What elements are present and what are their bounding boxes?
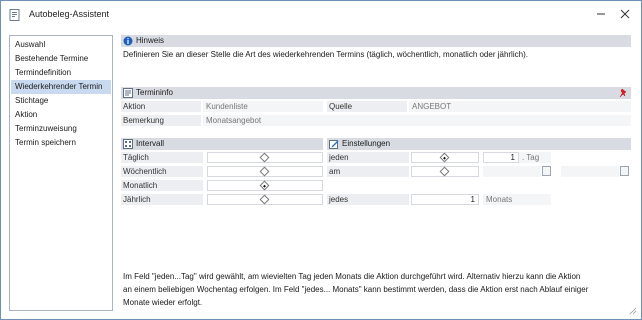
close-icon bbox=[620, 9, 630, 19]
jaehrlich-radio[interactable] bbox=[259, 194, 270, 205]
bemerkung-value: Monatsangebot bbox=[203, 115, 631, 126]
intervall-header: Intervall bbox=[121, 138, 323, 150]
document-list-icon bbox=[123, 88, 133, 98]
pin-icon[interactable] bbox=[619, 88, 628, 98]
termininfo-title: Termininfo bbox=[136, 88, 173, 97]
close-button[interactable] bbox=[615, 5, 635, 23]
step-stichtage[interactable]: Stichtage bbox=[11, 94, 111, 108]
hinweis-text: Definieren Sie an dieser Stelle die Art … bbox=[123, 50, 528, 59]
step-termin-speichern[interactable]: Termin speichern bbox=[11, 136, 111, 150]
hinweis-header: Hinweis bbox=[121, 35, 631, 47]
hinweis-title: Hinweis bbox=[136, 36, 165, 45]
option-taeglich-label: Täglich bbox=[121, 152, 203, 163]
jedes-unit: Monats bbox=[483, 194, 551, 205]
step-terminzuweisung[interactable]: Terminzuweisung bbox=[11, 122, 111, 136]
einstellungen-title: Einstellungen bbox=[342, 139, 391, 148]
option-taeglich-radio-field[interactable] bbox=[207, 152, 323, 163]
assistant-window: Autobeleg-Assistent Auswahl Bestehende T… bbox=[0, 0, 642, 320]
monatlich-radio[interactable] bbox=[259, 180, 270, 191]
jeden-unit: . Tag bbox=[519, 152, 551, 163]
jeden-radio-field[interactable] bbox=[411, 152, 479, 163]
option-jaehrlich-label: Jährlich bbox=[121, 194, 203, 205]
aktion-value: Kundenliste bbox=[203, 101, 323, 112]
jedes-label: jedes bbox=[327, 194, 409, 205]
option-monatlich-label: Monatlich bbox=[121, 180, 203, 191]
help-line-3: Monate wieder erfolgt. bbox=[123, 298, 203, 307]
option-monatlich-radio-field[interactable] bbox=[207, 180, 323, 191]
quelle-label: Quelle bbox=[327, 101, 407, 112]
help-line-1: Im Feld "jeden...Tag" wird gewählt, am w… bbox=[123, 272, 581, 281]
step-bestehende-termine[interactable]: Bestehende Termine bbox=[11, 52, 111, 66]
step-aktion[interactable]: Aktion bbox=[11, 108, 111, 122]
settings-edit-icon bbox=[329, 140, 339, 149]
jedes-month-input[interactable]: 1 bbox=[411, 194, 479, 205]
am-week-select[interactable] bbox=[483, 166, 541, 177]
am-weekday-select[interactable] bbox=[561, 166, 619, 177]
bemerkung-label: Bemerkung bbox=[121, 115, 201, 126]
help-line-2: an einem beliebigen Wochentag erfolgen. … bbox=[123, 285, 589, 294]
am-label: am bbox=[327, 166, 409, 177]
interval-icon bbox=[123, 139, 133, 149]
am-radio-field[interactable] bbox=[411, 166, 479, 177]
step-auswahl[interactable]: Auswahl bbox=[11, 38, 111, 52]
app-icon bbox=[9, 9, 20, 21]
minimize-icon bbox=[597, 13, 605, 15]
termininfo-header: Termininfo bbox=[121, 87, 631, 99]
option-woechentlich-label: Wöchentlich bbox=[121, 166, 203, 177]
am-weekday-dropdown-button[interactable] bbox=[620, 166, 629, 176]
am-week-dropdown-button[interactable] bbox=[542, 166, 551, 176]
aktion-label: Aktion bbox=[121, 101, 201, 112]
einstellungen-header: Einstellungen bbox=[327, 138, 631, 150]
jeden-day-input[interactable]: 1 bbox=[483, 152, 519, 163]
step-wiederkehrender-termin[interactable]: Wiederkehrender Termin bbox=[11, 80, 111, 94]
am-radio[interactable] bbox=[439, 166, 450, 177]
wizard-step-list: Auswahl Bestehende Termine Termindefinit… bbox=[9, 35, 113, 311]
resize-grip-icon[interactable] bbox=[629, 307, 637, 315]
window-title: Autobeleg-Assistent bbox=[29, 9, 110, 19]
quelle-value: ANGEBOT bbox=[409, 101, 631, 112]
woechentlich-radio[interactable] bbox=[259, 166, 270, 177]
intervall-title: Intervall bbox=[136, 139, 165, 148]
title-bar: Autobeleg-Assistent bbox=[1, 1, 641, 29]
jeden-radio[interactable] bbox=[439, 152, 450, 163]
info-icon bbox=[123, 36, 133, 46]
option-woechentlich-radio-field[interactable] bbox=[207, 166, 323, 177]
jeden-label: jeden bbox=[327, 152, 409, 163]
taeglich-radio[interactable] bbox=[259, 152, 270, 163]
main-content: Hinweis Definieren Sie an dieser Stelle … bbox=[121, 35, 635, 311]
option-jaehrlich-radio-field[interactable] bbox=[207, 194, 323, 205]
step-termindefinition[interactable]: Termindefinition bbox=[11, 66, 111, 80]
minimize-button[interactable] bbox=[591, 5, 611, 23]
